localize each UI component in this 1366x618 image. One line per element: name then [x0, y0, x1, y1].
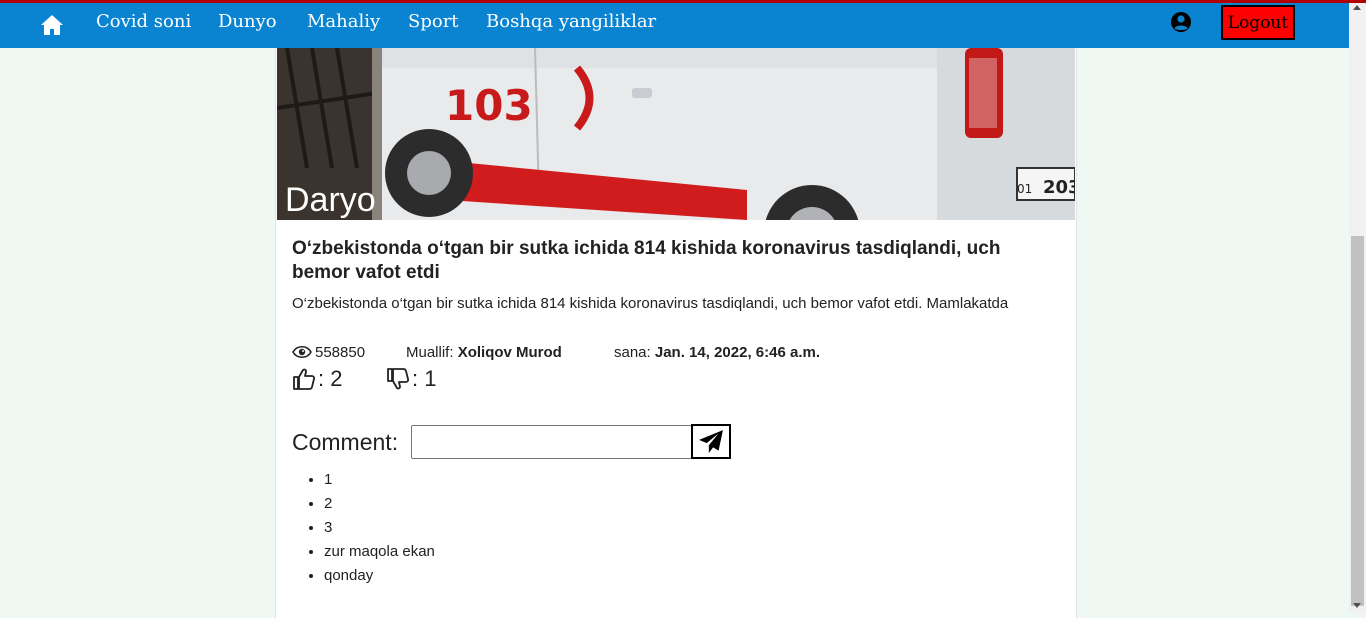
thumbs-up-icon: [293, 368, 316, 390]
article-excerpt: O‘zbekistonda o‘tgan bir sutka ichida 81…: [292, 295, 1009, 312]
nav-link-covid-soni[interactable]: Covid soni: [96, 11, 191, 32]
author-label: Muallif:: [406, 344, 454, 361]
svg-text:01: 01: [1017, 182, 1032, 196]
scroll-up-arrow-icon[interactable]: [1353, 5, 1361, 10]
comment-item: 3: [324, 516, 435, 540]
ambulance-number: 103: [445, 81, 533, 130]
logout-button[interactable]: Logout: [1221, 5, 1295, 40]
image-watermark: Daryo: [285, 181, 376, 219]
nav-link-mahaliy[interactable]: Mahaliy: [307, 11, 380, 32]
scrollbar-thumb[interactable]: [1351, 236, 1364, 606]
article-title[interactable]: O‘zbekistonda o‘tgan bir sutka ichida 81…: [292, 237, 1052, 285]
date-info: sana: Jan. 14, 2022, 6:46 a.m.: [614, 344, 820, 361]
author-info: Muallif: Xoliqov Murod: [406, 344, 562, 361]
view-count-value: 558850: [315, 344, 366, 361]
like-button[interactable]: : 2: [292, 366, 342, 392]
nav-link-boshqa-yangiliklar[interactable]: Boshqa yangiliklar: [486, 11, 656, 32]
comment-item: zur maqola ekan: [324, 540, 435, 564]
home-icon[interactable]: [40, 14, 64, 36]
paper-plane-icon: [699, 429, 723, 453]
author-name: Xoliqov Murod: [457, 344, 562, 361]
date-label: sana:: [614, 344, 651, 361]
nav-link-dunyo[interactable]: Dunyo: [218, 11, 277, 32]
comment-item: qonday: [324, 564, 435, 588]
svg-text:203: 203: [1043, 177, 1075, 198]
date-value: Jan. 14, 2022, 6:46 a.m.: [654, 344, 820, 361]
like-count: : 2: [318, 366, 343, 391]
view-count: 558850: [292, 344, 365, 361]
nav-link-sport[interactable]: Sport: [408, 11, 459, 32]
article-image[interactable]: 203 01 103 Daryo: [277, 48, 1075, 220]
eye-icon: [292, 345, 312, 359]
top-accent-line: [0, 0, 1366, 3]
user-circle-icon[interactable]: [1170, 11, 1192, 33]
thumbs-down-icon: [387, 368, 410, 390]
comment-item: 1: [324, 468, 435, 492]
send-comment-button[interactable]: [691, 424, 731, 459]
comment-list: 1 2 3 zur maqola ekan qonday: [292, 468, 435, 588]
top-navbar: Covid soni Dunyo Mahaliy Sport Boshqa ya…: [0, 0, 1349, 48]
comment-input[interactable]: [411, 425, 692, 459]
comment-label: Comment:: [292, 429, 399, 455]
dislike-count: : 1: [412, 366, 437, 391]
article-card: 203 01 103 Daryo O‘zbekistonda o‘tgan bi…: [275, 48, 1077, 618]
dislike-button[interactable]: : 1: [386, 366, 436, 392]
scroll-down-arrow-icon[interactable]: [1353, 603, 1361, 608]
vertical-scrollbar[interactable]: [1349, 0, 1366, 613]
comment-item: 2: [324, 492, 435, 516]
